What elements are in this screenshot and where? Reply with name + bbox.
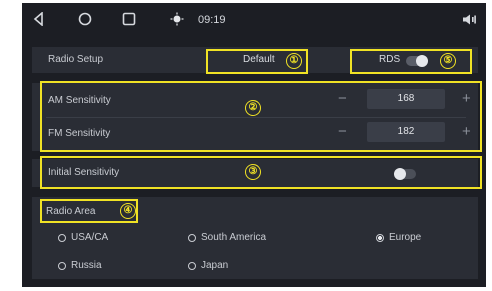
- annotation-badge-4: ④: [120, 203, 136, 219]
- radio-russia[interactable]: Russia: [58, 260, 102, 271]
- volume-icon[interactable]: [462, 14, 476, 25]
- annotation-box-sensitivity: [40, 81, 482, 152]
- radio-button-selected-icon: [376, 234, 384, 242]
- screen-frame: 09:19 Radio Setup Default RDS AM Sensiti…: [22, 3, 486, 287]
- radio-button-icon: [58, 234, 66, 242]
- home-icon[interactable]: [78, 12, 92, 26]
- recents-icon[interactable]: [122, 12, 136, 26]
- status-bar: 09:19: [22, 3, 486, 37]
- radio-south-america[interactable]: South America: [188, 232, 266, 243]
- radio-europe[interactable]: Europe: [376, 232, 421, 243]
- annotation-badge-5: ⑤: [440, 53, 456, 69]
- radio-button-icon: [188, 234, 196, 242]
- radio-usa-ca[interactable]: USA/CA: [58, 232, 108, 243]
- clock: 09:19: [198, 14, 226, 26]
- annotation-badge-2: ②: [245, 100, 261, 116]
- radio-japan[interactable]: Japan: [188, 260, 228, 271]
- annotation-badge-3: ③: [245, 164, 261, 180]
- annotation-box-initial: [40, 156, 482, 189]
- radio-setup-label: Radio Setup: [48, 54, 104, 65]
- annotation-badge-1: ①: [286, 53, 302, 69]
- back-icon[interactable]: [32, 12, 46, 26]
- radio-button-icon: [58, 262, 66, 270]
- brightness-icon[interactable]: [170, 12, 184, 26]
- radio-button-icon: [188, 262, 196, 270]
